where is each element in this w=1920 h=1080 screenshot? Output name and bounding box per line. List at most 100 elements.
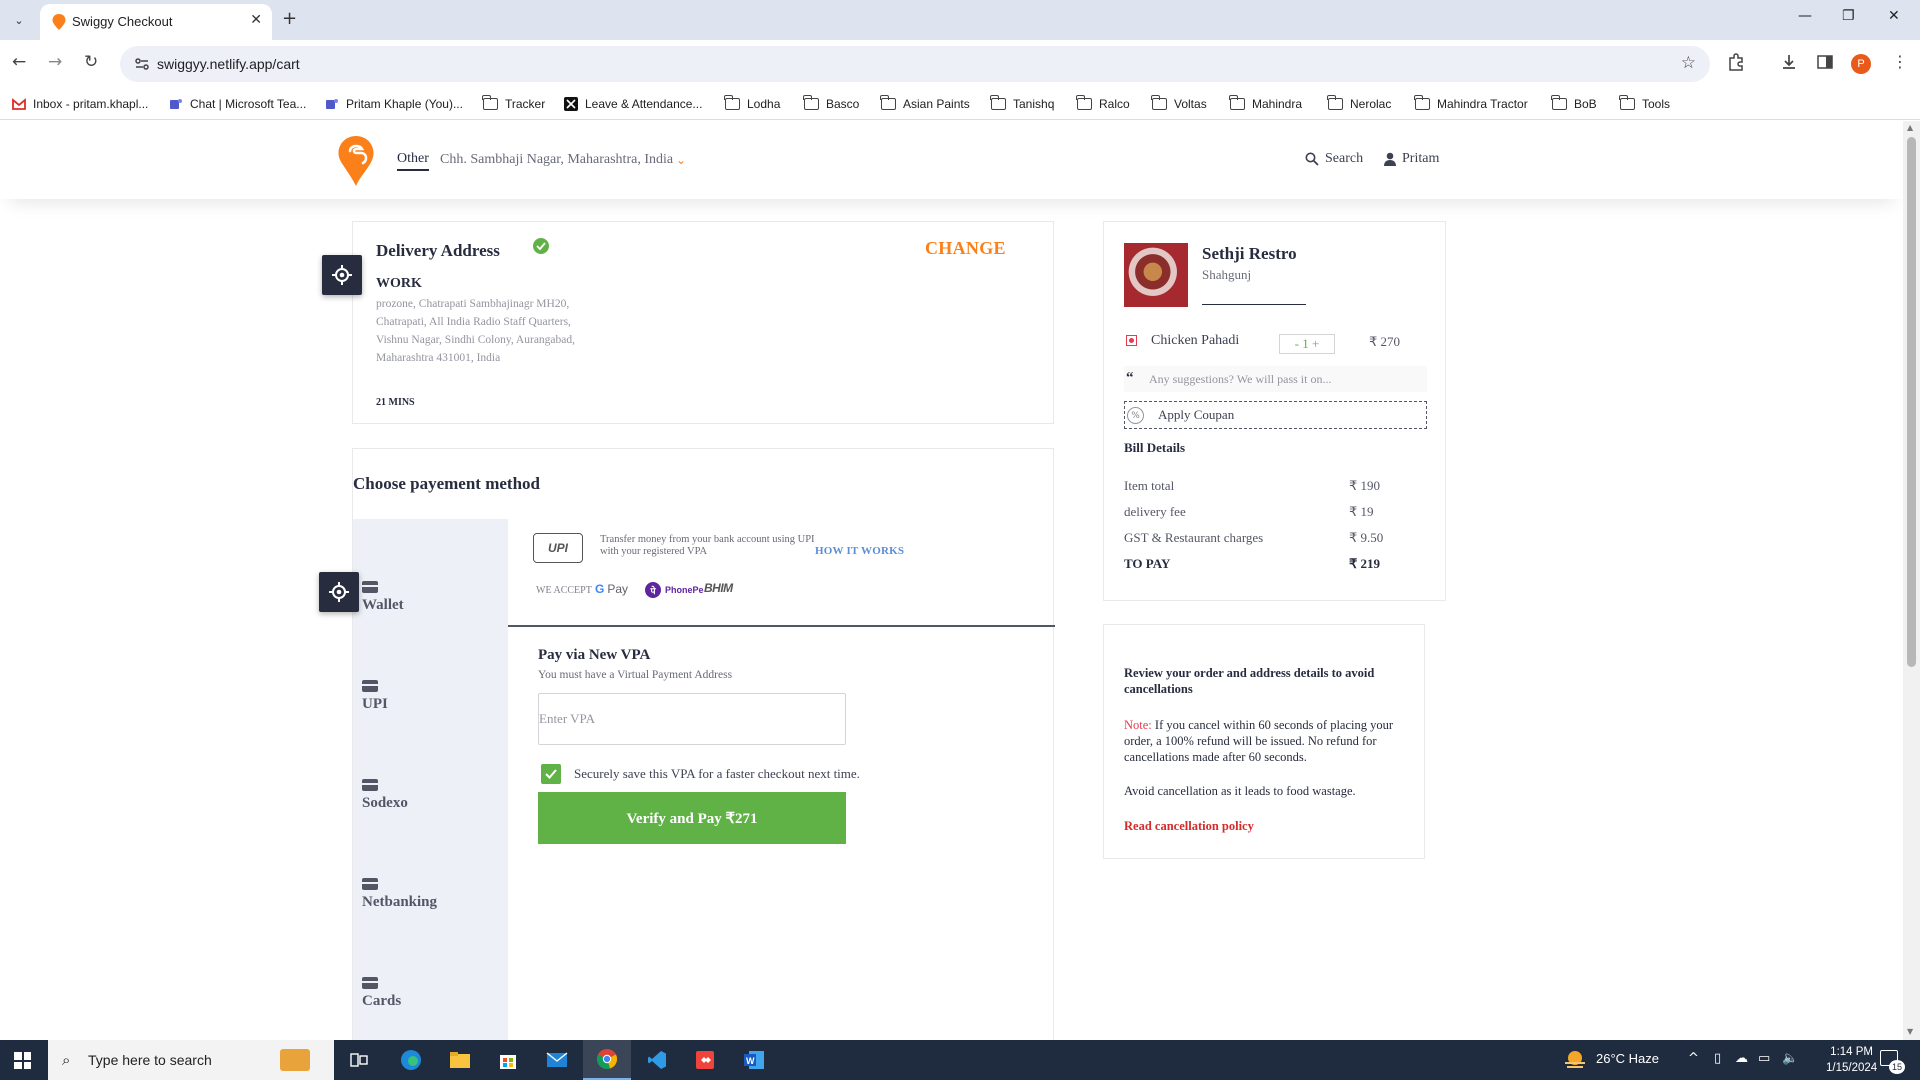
extensions-icon[interactable] xyxy=(1727,53,1745,71)
volume-icon[interactable]: 🔈 xyxy=(1782,1051,1798,1066)
minimize-window-icon[interactable]: — xyxy=(1798,8,1812,24)
anydesk-icon[interactable] xyxy=(681,1040,729,1080)
bookmark-mahindra[interactable]: Mahindra xyxy=(1229,95,1302,113)
new-tab-icon[interactable]: + xyxy=(282,8,297,29)
bookmark-asian-paints[interactable]: Asian Paints xyxy=(880,95,970,113)
bookmark-star-icon[interactable]: ☆ xyxy=(1681,53,1696,73)
bookmark-teams-chat[interactable]: Chat | Microsoft Tea... xyxy=(169,95,306,113)
sodexo-icon xyxy=(362,779,378,791)
tab-search-dropdown-icon[interactable]: ⌄ xyxy=(8,9,30,31)
restore-window-icon[interactable]: ❐ xyxy=(1842,8,1855,24)
chevron-down-icon[interactable]: ⌄ xyxy=(676,153,686,167)
microsoft-store-icon[interactable] xyxy=(484,1040,532,1080)
payment-method-upi[interactable]: UPI xyxy=(362,680,388,713)
scrollbar-thumb[interactable] xyxy=(1907,137,1916,667)
payment-method-wallet[interactable]: Wallet xyxy=(362,581,404,614)
save-vpa-checkbox[interactable] xyxy=(541,764,561,784)
bookmark-nerolac[interactable]: Nerolac xyxy=(1327,95,1391,113)
file-explorer-icon[interactable] xyxy=(436,1040,484,1080)
card-icon xyxy=(362,977,378,989)
location-crosshair-icon xyxy=(319,572,359,612)
folder-icon xyxy=(1229,95,1245,110)
verify-and-pay-button[interactable]: Verify and Pay ₹271 xyxy=(538,792,846,844)
tab-close-icon[interactable]: ✕ xyxy=(250,12,262,28)
change-address-button[interactable]: CHANGE xyxy=(925,238,1006,259)
save-vpa-label: Securely save this VPA for a faster chec… xyxy=(574,766,860,781)
scroll-up-icon[interactable]: ▲ xyxy=(1907,123,1913,132)
mail-icon[interactable] xyxy=(533,1040,581,1080)
browser-tab-active[interactable]: Swiggy Checkout ✕ xyxy=(40,4,272,40)
side-panel-icon[interactable] xyxy=(1816,53,1834,71)
close-window-icon[interactable]: ✕ xyxy=(1888,8,1900,24)
site-info-icon[interactable] xyxy=(134,56,150,72)
vpa-title: Pay via New VPA xyxy=(538,647,651,663)
weather-haze-icon[interactable] xyxy=(1563,1049,1587,1071)
payment-method-cards[interactable]: Cards xyxy=(362,977,401,1010)
reload-icon[interactable]: ↻ xyxy=(84,52,98,72)
quantity-stepper[interactable]: - 1 + xyxy=(1279,334,1335,354)
bookmark-tools[interactable]: Tools xyxy=(1619,95,1670,113)
payment-method-card: Choose payement method Wallet UPI Sodexo… xyxy=(352,448,1055,1040)
download-icon[interactable] xyxy=(1780,53,1798,71)
onedrive-icon[interactable]: ☁ xyxy=(1735,1051,1748,1066)
show-hidden-icons-icon[interactable]: ^ xyxy=(1688,1051,1699,1066)
browser-toolbar: ← → ↻ swiggyy.netlify.app/cart ☆ P ⋮ xyxy=(0,40,1920,88)
bookmark-bob[interactable]: BoB xyxy=(1551,95,1597,113)
header-search-link[interactable]: Search xyxy=(1305,151,1363,167)
tab-title: Swiggy Checkout xyxy=(72,14,173,29)
taskbar-clock[interactable]: 1:14 PM 1/15/2024 xyxy=(1826,1044,1877,1076)
vscode-icon[interactable] xyxy=(633,1040,681,1080)
bookmark-ralco[interactable]: Ralco xyxy=(1076,95,1130,113)
network-icon[interactable]: ▭ xyxy=(1758,1051,1770,1066)
bookmark-tanishq[interactable]: Tanishq xyxy=(990,95,1054,113)
x-icon xyxy=(564,97,578,111)
back-icon[interactable]: ← xyxy=(12,52,26,72)
cancellation-policy-link[interactable]: Read cancellation policy xyxy=(1124,819,1254,834)
how-it-works-link[interactable]: HOW IT WORKS xyxy=(815,545,904,557)
bookmark-basco[interactable]: Basco xyxy=(803,95,859,113)
we-accept-label: WE ACCEPT xyxy=(536,585,592,596)
svg-text:W: W xyxy=(746,1056,755,1066)
payment-title: Choose payement method xyxy=(353,474,540,493)
bill-row-gst: GST & Restaurant charges ₹ 9.50 xyxy=(1124,530,1384,545)
profile-avatar[interactable]: P xyxy=(1851,54,1871,74)
scroll-down-icon[interactable]: ▼ xyxy=(1907,1027,1913,1036)
delivery-eta: 21 MINS xyxy=(376,397,415,408)
suggestions-input[interactable]: “ Any suggestions? We will pass it on... xyxy=(1124,366,1427,392)
bookmark-voltas[interactable]: Voltas xyxy=(1151,95,1207,113)
folder-icon xyxy=(880,95,896,110)
upi-description: Transfer money from your bank account us… xyxy=(600,534,815,557)
taskbar-search-box[interactable]: ⌕ Type here to search xyxy=(48,1040,334,1080)
weather-text[interactable]: 26°C Haze xyxy=(1596,1051,1659,1066)
bookmark-tracker[interactable]: Tracker xyxy=(482,95,545,113)
folder-icon xyxy=(990,95,1006,110)
notification-count-badge: 15 xyxy=(1889,1060,1905,1074)
search-icon xyxy=(1305,152,1319,166)
task-view-icon[interactable] xyxy=(335,1040,383,1080)
payment-method-netbanking[interactable]: Netbanking xyxy=(362,878,437,911)
restaurant-name[interactable]: Sethji Restro xyxy=(1202,244,1297,264)
vpa-input[interactable] xyxy=(538,693,846,745)
device-icon[interactable]: ▯ xyxy=(1714,1051,1721,1066)
edge-icon[interactable] xyxy=(387,1040,435,1080)
page-scrollbar[interactable]: ▲ ▼ xyxy=(1903,121,1920,1040)
chrome-icon[interactable] xyxy=(583,1040,631,1080)
site-header: Other Chh. Sambhaji Nagar, Maharashtra, … xyxy=(0,121,1903,199)
windows-start-icon[interactable] xyxy=(14,1052,31,1069)
bookmark-mahindra-tractor[interactable]: Mahindra Tractor xyxy=(1414,95,1528,113)
address-type-label[interactable]: Other xyxy=(397,151,429,171)
word-icon[interactable]: W xyxy=(730,1040,778,1080)
bookmark-teams-pritam[interactable]: Pritam Khaple (You)... xyxy=(325,95,463,113)
forward-icon[interactable]: → xyxy=(48,52,62,72)
bookmark-lodha[interactable]: Lodha xyxy=(724,95,780,113)
payment-method-sodexo[interactable]: Sodexo xyxy=(362,779,408,812)
header-address-text[interactable]: Chh. Sambhaji Nagar, Maharashtra, India xyxy=(440,152,673,168)
bill-details-title: Bill Details xyxy=(1124,440,1186,455)
header-user-link[interactable]: Pritam xyxy=(1384,151,1439,167)
bookmark-leave-attendance[interactable]: Leave & Attendance... xyxy=(564,95,702,113)
browser-menu-icon[interactable]: ⋮ xyxy=(1892,52,1908,71)
swiggy-logo-icon[interactable] xyxy=(337,135,375,187)
address-bar[interactable]: swiggyy.netlify.app/cart ☆ xyxy=(120,46,1710,82)
apply-coupon-button[interactable]: % Apply Coupan xyxy=(1124,401,1427,429)
bookmark-inbox[interactable]: Inbox - pritam.khapl... xyxy=(12,95,148,113)
